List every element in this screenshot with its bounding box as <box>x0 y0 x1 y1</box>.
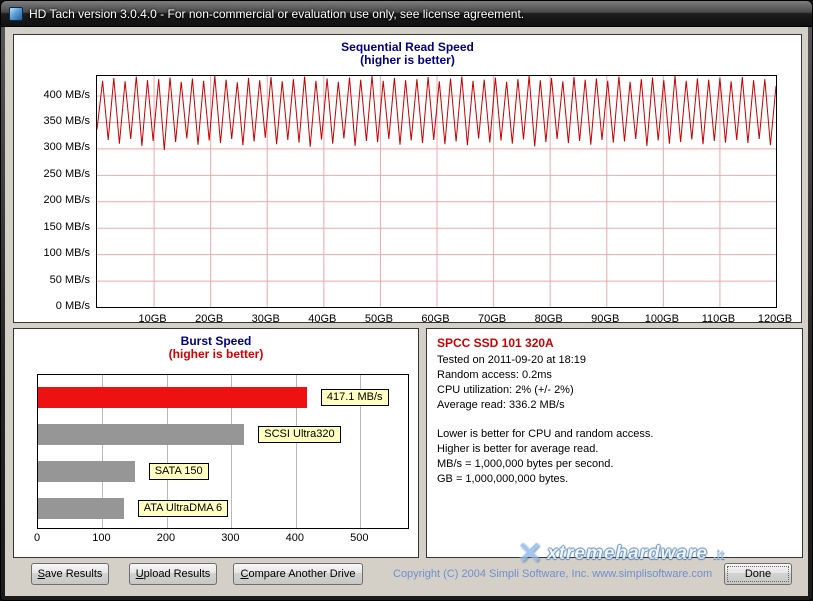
burst-bar-label: SCSI Ultra320 <box>258 426 340 443</box>
burst-bar <box>38 387 307 408</box>
seq-x-tick-label: 100GB <box>638 313 686 325</box>
client-area: Sequential Read Speed (higher is better)… <box>5 27 808 596</box>
burst-speed-panel: Burst Speed (higher is better) 417.1 MB/… <box>13 328 419 558</box>
app-icon <box>9 7 23 21</box>
results-stat-line: Tested on 2011-09-20 at 18:19 <box>437 353 792 368</box>
seq-x-tick-label: 50GB <box>355 313 403 325</box>
window-title: HD Tach version 3.0.4.0 - For non-commer… <box>29 7 524 21</box>
seq-y-tick-label: 150 MB/s <box>44 221 90 233</box>
copyright-text: Copyright (C) 2004 Simpli Software, Inc.… <box>393 568 712 580</box>
seq-y-axis-labels: 0 MB/s50 MB/s100 MB/s150 MB/s200 MB/s250… <box>14 75 90 308</box>
results-stats: Tested on 2011-09-20 at 18:19Random acce… <box>437 353 792 413</box>
burst-plot-area: 417.1 MB/s SCSI Ultra320 SATA 150 ATA Ultra… <box>37 374 409 529</box>
burst-bar-label: ATA UltraDMA 6 <box>138 500 228 517</box>
burst-x-tick-label: 500 <box>339 532 379 544</box>
seq-plot-area <box>96 75 777 308</box>
drive-name: SPCC SSD 101 320A <box>437 336 792 350</box>
seq-x-tick-label: 10GB <box>129 313 177 325</box>
results-stat-line: CPU utilization: 2% (+/- 2%) <box>437 383 792 398</box>
save-results-button[interactable]: Save Results <box>31 563 109 585</box>
seq-x-tick-label: 120GB <box>751 313 799 325</box>
seq-y-tick-label: 250 MB/s <box>44 168 90 180</box>
done-button[interactable]: Done <box>724 563 792 585</box>
seq-chart-subtitle: (higher is better) <box>14 54 801 67</box>
seq-x-tick-label: 70GB <box>468 313 516 325</box>
hdtach-window: HD Tach version 3.0.4.0 - For non-commer… <box>0 0 813 601</box>
results-note-line: GB = 1,000,000,000 bytes. <box>437 472 792 487</box>
seq-y-tick-label: 300 MB/s <box>44 141 90 153</box>
compare-accel: C <box>241 568 249 580</box>
seq-y-tick-label: 50 MB/s <box>50 274 90 286</box>
compare-label: ompare Another Drive <box>248 568 355 580</box>
burst-bar-label: 417.1 MB/s <box>321 389 389 406</box>
results-notes: Lower is better for CPU and random acces… <box>437 427 792 487</box>
results-note-line: Lower is better for CPU and random acces… <box>437 427 792 442</box>
upload-results-label: pload Results <box>144 568 211 580</box>
burst-bar <box>38 461 135 482</box>
burst-x-tick-label: 400 <box>275 532 315 544</box>
burst-x-axis-labels: 0100200300400500 <box>37 532 409 546</box>
seq-x-tick-label: 60GB <box>412 313 460 325</box>
burst-bar <box>38 424 244 445</box>
results-note-line: Higher is better for average read. <box>437 442 792 457</box>
seq-x-tick-label: 110GB <box>694 313 742 325</box>
seq-y-tick-label: 200 MB/s <box>44 194 90 206</box>
seq-x-tick-label: 90GB <box>581 313 629 325</box>
seq-y-tick-label: 350 MB/s <box>44 115 90 127</box>
seq-x-tick-label: 30GB <box>242 313 290 325</box>
burst-x-tick-label: 0 <box>17 532 57 544</box>
save-results-label: ave Results <box>45 568 102 580</box>
seq-x-tick-label: 20GB <box>185 313 233 325</box>
seq-y-tick-label: 0 MB/s <box>56 300 90 312</box>
burst-x-tick-label: 200 <box>146 532 186 544</box>
upload-results-button[interactable]: Upload Results <box>129 563 217 585</box>
results-stat-line: Random access: 0.2ms <box>437 368 792 383</box>
burst-x-tick-label: 300 <box>210 532 250 544</box>
seq-y-tick-label: 400 MB/s <box>44 89 90 101</box>
burst-x-tick-label: 100 <box>81 532 121 544</box>
upload-results-accel: U <box>136 568 144 580</box>
titlebar[interactable]: HD Tach version 3.0.4.0 - For non-commer… <box>1 1 812 27</box>
results-panel: SPCC SSD 101 320A Tested on 2011-09-20 a… <box>426 328 803 558</box>
save-results-accel: S <box>38 568 45 580</box>
burst-bar-label: SATA 150 <box>149 463 209 480</box>
sequential-read-panel: Sequential Read Speed (higher is better)… <box>13 34 802 323</box>
burst-bar <box>38 498 124 519</box>
seq-x-tick-label: 80GB <box>525 313 573 325</box>
seq-x-axis-labels: 10GB 20GB 30GB 40GB 50GB 60GB 70GB 80GB 90GB 100G… <box>96 313 777 327</box>
burst-chart-subtitle: (higher is better) <box>14 348 418 361</box>
compare-another-drive-button[interactable]: Compare Another Drive <box>233 563 363 585</box>
seq-y-tick-label: 100 MB/s <box>44 247 90 259</box>
results-note-line: MB/s = 1,000,000 bytes per second. <box>437 457 792 472</box>
seq-x-tick-label: 40GB <box>298 313 346 325</box>
results-stat-line: Average read: 336.2 MB/s <box>437 398 792 413</box>
